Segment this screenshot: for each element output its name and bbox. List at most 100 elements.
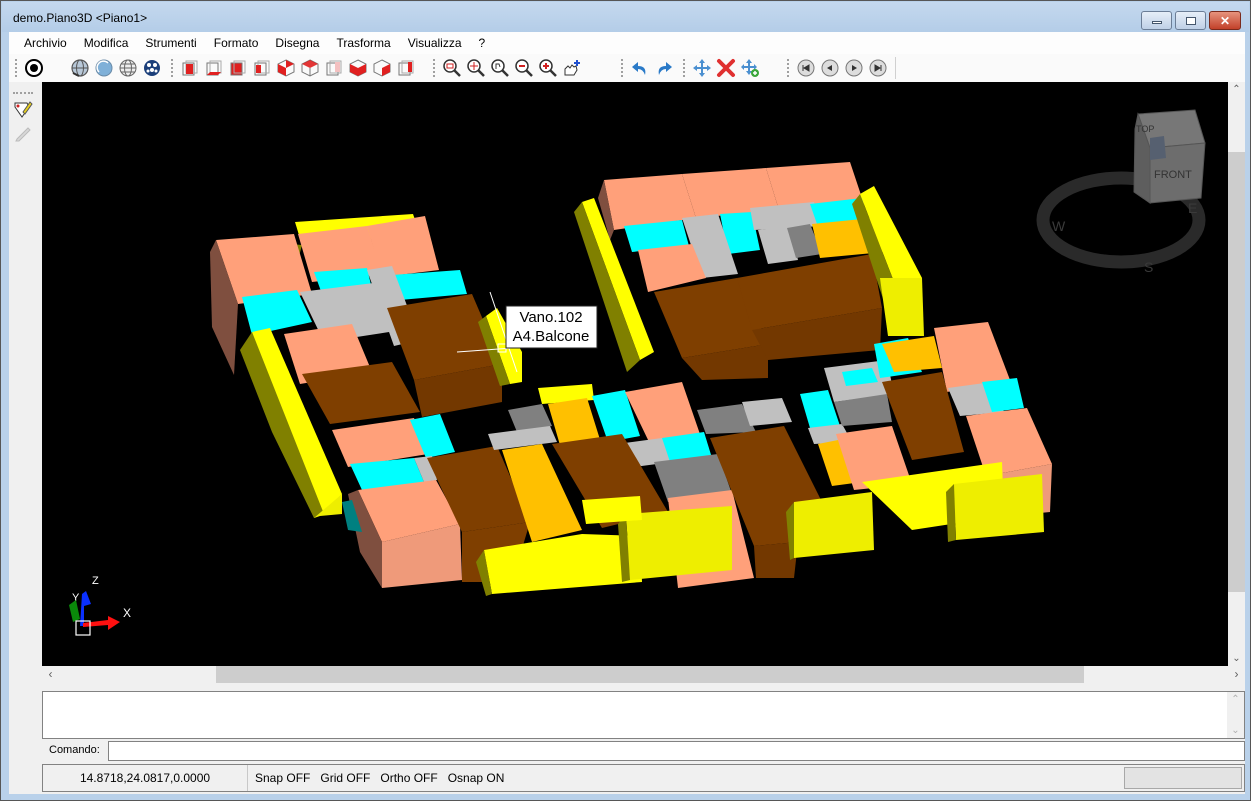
view-top-button[interactable] — [395, 57, 417, 79]
previous-button[interactable] — [819, 57, 841, 79]
toolbar-group-playback — [787, 56, 900, 80]
compass-e[interactable]: E — [1188, 200, 1197, 216]
zoom-extents-button[interactable] — [465, 57, 487, 79]
3d-model-canvas[interactable]: Vano.102 A4.Balcone W E S TOP FRONT Z Y … — [42, 82, 1228, 666]
axis-x-label: X — [123, 606, 131, 620]
osnap-toggle[interactable]: Osnap ON — [448, 765, 505, 791]
axis-x-arrow — [83, 616, 120, 630]
menu-help[interactable]: ? — [471, 34, 494, 52]
next-button[interactable] — [843, 57, 865, 79]
view-back-button[interactable] — [323, 57, 345, 79]
scroll-left-icon[interactable]: ‹ — [42, 667, 59, 681]
properties-button[interactable] — [12, 98, 34, 120]
maximize-button[interactable] — [1175, 11, 1206, 30]
command-history-output[interactable]: ⌃ ⌄ — [42, 691, 1245, 739]
last-button[interactable] — [867, 57, 889, 79]
toolbar-grip[interactable] — [787, 59, 790, 77]
redo-button[interactable] — [653, 57, 675, 79]
toolbar-group-edit — [683, 56, 763, 80]
undo-icon — [632, 62, 646, 75]
close-button[interactable]: ✕ — [1209, 11, 1241, 30]
toolbar-grip[interactable] — [683, 59, 686, 77]
zoom-in-button[interactable] — [537, 57, 559, 79]
horizontal-scroll-thumb[interactable] — [216, 666, 1084, 683]
view-back-icon — [326, 60, 342, 76]
menu-strumenti[interactable]: Strumenti — [137, 34, 204, 52]
toolbar-grip[interactable] — [621, 59, 624, 77]
view-iso-se-icon — [301, 59, 319, 77]
view-bottom-button[interactable] — [203, 57, 225, 79]
toolbar-grip[interactable] — [433, 59, 436, 77]
menu-bar: Archivio Modifica Strumenti Formato Dise… — [9, 32, 1245, 54]
compass-s[interactable]: S — [1144, 259, 1153, 275]
pan-button[interactable] — [561, 57, 583, 79]
view-front-icon — [182, 60, 198, 76]
viewcube-top-label: TOP — [1136, 124, 1154, 134]
grid-toggle[interactable]: Grid OFF — [320, 765, 370, 791]
properties-edit-icon — [14, 101, 33, 118]
move-button[interactable] — [691, 57, 713, 79]
menu-trasforma[interactable]: Trasforma — [328, 34, 398, 52]
left-toolbar-grip[interactable] — [13, 92, 33, 94]
zoom-realtime-button[interactable] — [489, 57, 511, 79]
vertical-scroll-thumb[interactable] — [1228, 152, 1245, 592]
viewcube-front-label: FRONT — [1154, 169, 1192, 181]
viewport-vertical-scrollbar[interactable]: ⌃ ⌄ — [1228, 82, 1245, 666]
view-left-button[interactable] — [227, 57, 249, 79]
minimize-icon — [1151, 21, 1162, 24]
pencil-button[interactable] — [12, 122, 34, 144]
wire-globe-button[interactable] — [117, 57, 139, 79]
previous-icon — [821, 59, 839, 77]
output-scrollbar[interactable]: ⌃ ⌄ — [1227, 692, 1244, 738]
output-scroll-up-icon[interactable]: ⌃ — [1227, 694, 1244, 705]
view-front-button[interactable] — [179, 57, 201, 79]
copy-move-button[interactable] — [739, 57, 761, 79]
viewport-horizontal-scrollbar[interactable]: ‹ › — [42, 666, 1245, 683]
view-iso-sw-button[interactable] — [275, 57, 297, 79]
compass-w[interactable]: W — [1052, 218, 1066, 234]
view-iso-ne-button[interactable] — [347, 57, 369, 79]
minimize-button[interactable] — [1141, 11, 1172, 30]
zoom-out-button[interactable] — [513, 57, 535, 79]
zoom-pan-icon — [491, 59, 509, 77]
select-button[interactable] — [23, 57, 45, 79]
command-input[interactable] — [108, 741, 1245, 761]
next-icon — [845, 59, 863, 77]
view-iso-se-button[interactable] — [299, 57, 321, 79]
render-button[interactable] — [141, 57, 163, 79]
app-window: demo.Piano3D <Piano1> ✕ Archivio Modific… — [0, 0, 1251, 801]
output-scroll-down-icon[interactable]: ⌄ — [1227, 725, 1244, 736]
menu-visualizza[interactable]: Visualizza — [400, 34, 470, 52]
toolbar-grip[interactable] — [15, 59, 18, 77]
command-row: Comando: — [42, 740, 1245, 762]
yellow-wall — [794, 492, 874, 558]
viewcube-navigator[interactable]: W E S TOP FRONT — [1036, 109, 1206, 275]
window-title: demo.Piano3D <Piano1> — [13, 11, 148, 25]
menu-disegna[interactable]: Disegna — [267, 34, 327, 52]
right-wing-block — [574, 162, 924, 380]
zoom-window-button[interactable] — [441, 57, 463, 79]
menu-modifica[interactable]: Modifica — [76, 34, 137, 52]
scroll-down-icon[interactable]: ⌄ — [1228, 653, 1245, 664]
delete-button[interactable] — [715, 57, 737, 79]
view-right-button[interactable] — [251, 57, 273, 79]
pencil-icon — [15, 127, 31, 142]
room-cyan — [392, 270, 467, 300]
orbit-button[interactable] — [69, 57, 91, 79]
toolbar-group-zoom — [433, 56, 585, 80]
scroll-up-icon[interactable]: ⌃ — [1228, 84, 1245, 95]
view-iso-nw-icon — [373, 59, 391, 77]
menu-archivio[interactable]: Archivio — [16, 34, 75, 52]
snap-toggle[interactable]: Snap OFF — [255, 765, 310, 791]
ortho-toggle[interactable]: Ortho OFF — [380, 765, 437, 791]
toolbar-grip[interactable] — [171, 59, 174, 77]
scroll-right-icon[interactable]: › — [1228, 667, 1245, 681]
menu-formato[interactable]: Formato — [206, 34, 267, 52]
3d-viewport[interactable]: Vano.102 A4.Balcone W E S TOP FRONT Z Y … — [42, 82, 1228, 666]
view-top-icon — [398, 60, 414, 76]
view-iso-nw-button[interactable] — [371, 57, 393, 79]
first-button[interactable] — [795, 57, 817, 79]
undo-button[interactable] — [629, 57, 651, 79]
status-progress-panel — [1124, 767, 1242, 789]
rotate-sphere-button[interactable] — [93, 57, 115, 79]
